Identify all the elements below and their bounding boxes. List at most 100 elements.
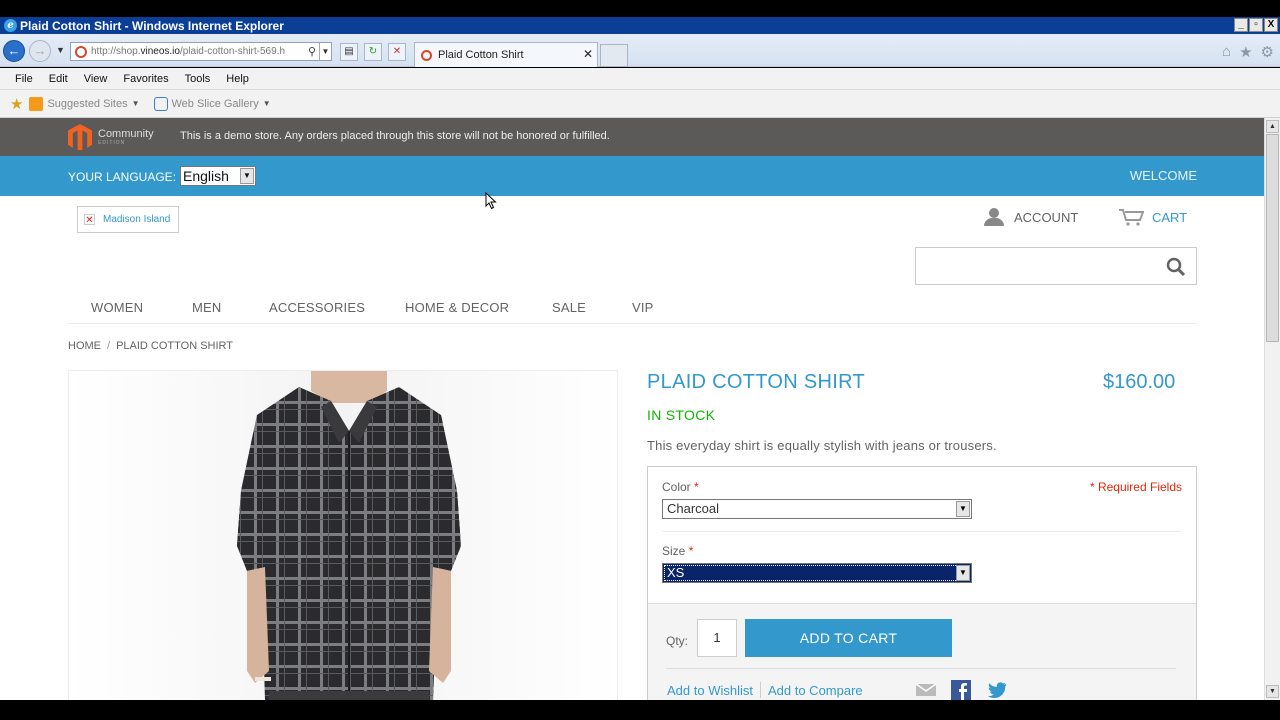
address-url[interactable]: http://shop.vineos.io/plaid-cotton-shirt… xyxy=(91,46,305,57)
store-search-input[interactable] xyxy=(915,247,1197,285)
nav-home-decor[interactable]: HOME & DECOR xyxy=(405,300,509,315)
size-value: XS xyxy=(667,565,685,580)
qty-input[interactable]: 1 xyxy=(697,619,737,657)
email-icon[interactable] xyxy=(915,682,937,698)
scroll-up-icon[interactable]: ▲ xyxy=(1266,120,1279,133)
add-to-compare-link[interactable]: Add to Compare xyxy=(768,683,863,698)
welcome-text: WELCOME xyxy=(1129,168,1197,183)
forward-icon[interactable]: → xyxy=(29,40,51,62)
product-price: $160.00 xyxy=(1103,371,1176,393)
menu-edit[interactable]: Edit xyxy=(49,73,68,85)
history-dropdown-icon[interactable]: ▼ xyxy=(56,45,65,55)
menu-bar: File Edit View Favorites Tools Help xyxy=(0,68,1280,90)
facebook-icon[interactable] xyxy=(951,680,971,700)
search-icon[interactable] xyxy=(1166,257,1186,277)
chevron-down-icon: ▼ xyxy=(131,99,140,108)
compatibility-view-icon[interactable]: ▤ xyxy=(340,43,358,61)
menu-help[interactable]: Help xyxy=(226,73,249,85)
product-description: This everyday shirt is equally stylish w… xyxy=(647,438,997,453)
breadcrumb: HOME / PLAID COTTON SHIRT xyxy=(68,340,233,352)
screen-top-frame xyxy=(0,0,1280,17)
add-to-cart-area: Qty: 1 ADD TO CART Add to Wishlist Add t… xyxy=(648,603,1196,700)
new-tab-button[interactable] xyxy=(600,44,628,67)
minimize-button[interactable]: _ xyxy=(1234,18,1248,32)
product-photo xyxy=(69,371,617,700)
color-select[interactable]: Charcoal ▼ xyxy=(662,499,972,519)
cart-divider xyxy=(666,668,1176,669)
stop-icon[interactable]: ✕ xyxy=(388,43,406,61)
gear-icon[interactable]: ⚙ xyxy=(1261,43,1274,61)
web-slice-icon xyxy=(153,96,168,111)
screen-bottom-frame xyxy=(0,700,1280,720)
suggested-sites-icon xyxy=(29,96,44,111)
qty-label: Qty: xyxy=(666,634,689,648)
web-slice-label: Web Slice Gallery xyxy=(171,97,259,110)
account-link[interactable]: ACCOUNT xyxy=(984,208,1078,226)
required-asterisk: * xyxy=(688,544,694,558)
menu-file[interactable]: File xyxy=(15,73,33,85)
tab-favicon-icon xyxy=(421,49,432,61)
window-titlebar: e Plaid Cotton Shirt - Windows Internet … xyxy=(0,17,1280,34)
main-navigation: WOMEN MEN ACCESSORIES HOME & DECOR SALE … xyxy=(68,300,1197,324)
language-select[interactable]: English ▼ xyxy=(180,166,256,186)
breadcrumb-current: PLAID COTTON SHIRT xyxy=(116,340,234,352)
suggested-sites-link[interactable]: Suggested Sites ▼ xyxy=(29,96,140,111)
favorites-bar: ★ Suggested Sites ▼ Web Slice Gallery ▼ xyxy=(0,90,1280,118)
cart-icon xyxy=(1119,209,1144,226)
home-icon[interactable]: ⌂ xyxy=(1222,43,1231,61)
social-share xyxy=(915,680,1007,700)
product-options: Color * * Required Fields Charcoal ▼ Siz… xyxy=(648,467,1196,603)
twitter-icon[interactable] xyxy=(985,681,1007,699)
required-asterisk: * xyxy=(694,480,699,494)
magento-logo: Community EDITION xyxy=(68,124,154,150)
nav-sale[interactable]: SALE xyxy=(552,300,586,315)
scroll-down-icon[interactable]: ▼ xyxy=(1266,685,1279,698)
add-to-wishlist-link[interactable]: Add to Wishlist xyxy=(667,683,753,698)
logo-alt-text: Madison Island xyxy=(103,214,171,225)
page-viewport: Community EDITION This is a demo store. … xyxy=(0,118,1264,700)
mouse-cursor-icon xyxy=(485,192,497,210)
browser-tab[interactable]: Plaid Cotton Shirt ✕ xyxy=(414,42,598,67)
nav-women[interactable]: WOMEN xyxy=(91,300,143,315)
size-select[interactable]: XS ▼ xyxy=(662,563,972,583)
store-logo-link[interactable]: ✕ Madison Island xyxy=(77,206,179,233)
stock-status: IN STOCK xyxy=(647,407,716,423)
nav-accessories[interactable]: ACCESSORIES xyxy=(269,300,365,315)
restore-button[interactable]: ▫ xyxy=(1249,18,1263,32)
language-value: English xyxy=(183,168,229,184)
color-value: Charcoal xyxy=(667,501,720,516)
broken-image-icon: ✕ xyxy=(84,214,95,226)
vertical-scrollbar[interactable]: ▲ ▼ xyxy=(1264,118,1280,700)
account-icon xyxy=(984,208,1004,226)
window-title: Plaid Cotton Shirt - Windows Internet Ex… xyxy=(20,18,284,33)
search-icon[interactable]: ⚲ xyxy=(305,45,319,58)
nav-vip[interactable]: VIP xyxy=(632,300,654,315)
add-to-cart-button[interactable]: ADD TO CART xyxy=(745,619,952,657)
favorites-star-icon[interactable]: ★ xyxy=(10,95,23,113)
menu-favorites[interactable]: Favorites xyxy=(123,73,168,85)
menu-view[interactable]: View xyxy=(84,73,108,85)
address-dropdown-icon[interactable]: ▼ xyxy=(319,43,331,60)
menu-tools[interactable]: Tools xyxy=(185,73,211,85)
scrollbar-thumb[interactable] xyxy=(1266,134,1279,342)
magento-logo-icon xyxy=(68,124,92,150)
web-slice-gallery-link[interactable]: Web Slice Gallery ▼ xyxy=(153,96,271,111)
chevron-down-icon: ▼ xyxy=(956,501,970,517)
ie-icon: e xyxy=(4,19,17,32)
color-label: Color * xyxy=(662,480,699,494)
nav-men[interactable]: MEN xyxy=(192,300,222,315)
cart-link[interactable]: CART xyxy=(1118,208,1187,226)
address-bar[interactable]: http://shop.vineos.io/plaid-cotton-shirt… xyxy=(70,42,332,61)
close-window-button[interactable]: X xyxy=(1264,18,1278,32)
breadcrumb-home[interactable]: HOME xyxy=(68,340,101,352)
refresh-icon[interactable]: ↻ xyxy=(364,43,382,61)
site-favicon-icon xyxy=(75,45,87,58)
tab-close-icon[interactable]: ✕ xyxy=(583,47,593,61)
back-icon[interactable]: ← xyxy=(3,40,25,62)
chevron-down-icon: ▼ xyxy=(240,168,254,184)
star-icon[interactable]: ★ xyxy=(1239,43,1252,61)
tab-title: Plaid Cotton Shirt xyxy=(438,49,524,61)
product-image[interactable] xyxy=(68,370,618,700)
options-divider xyxy=(662,531,1182,532)
logo-subtext: EDITION xyxy=(98,140,126,146)
